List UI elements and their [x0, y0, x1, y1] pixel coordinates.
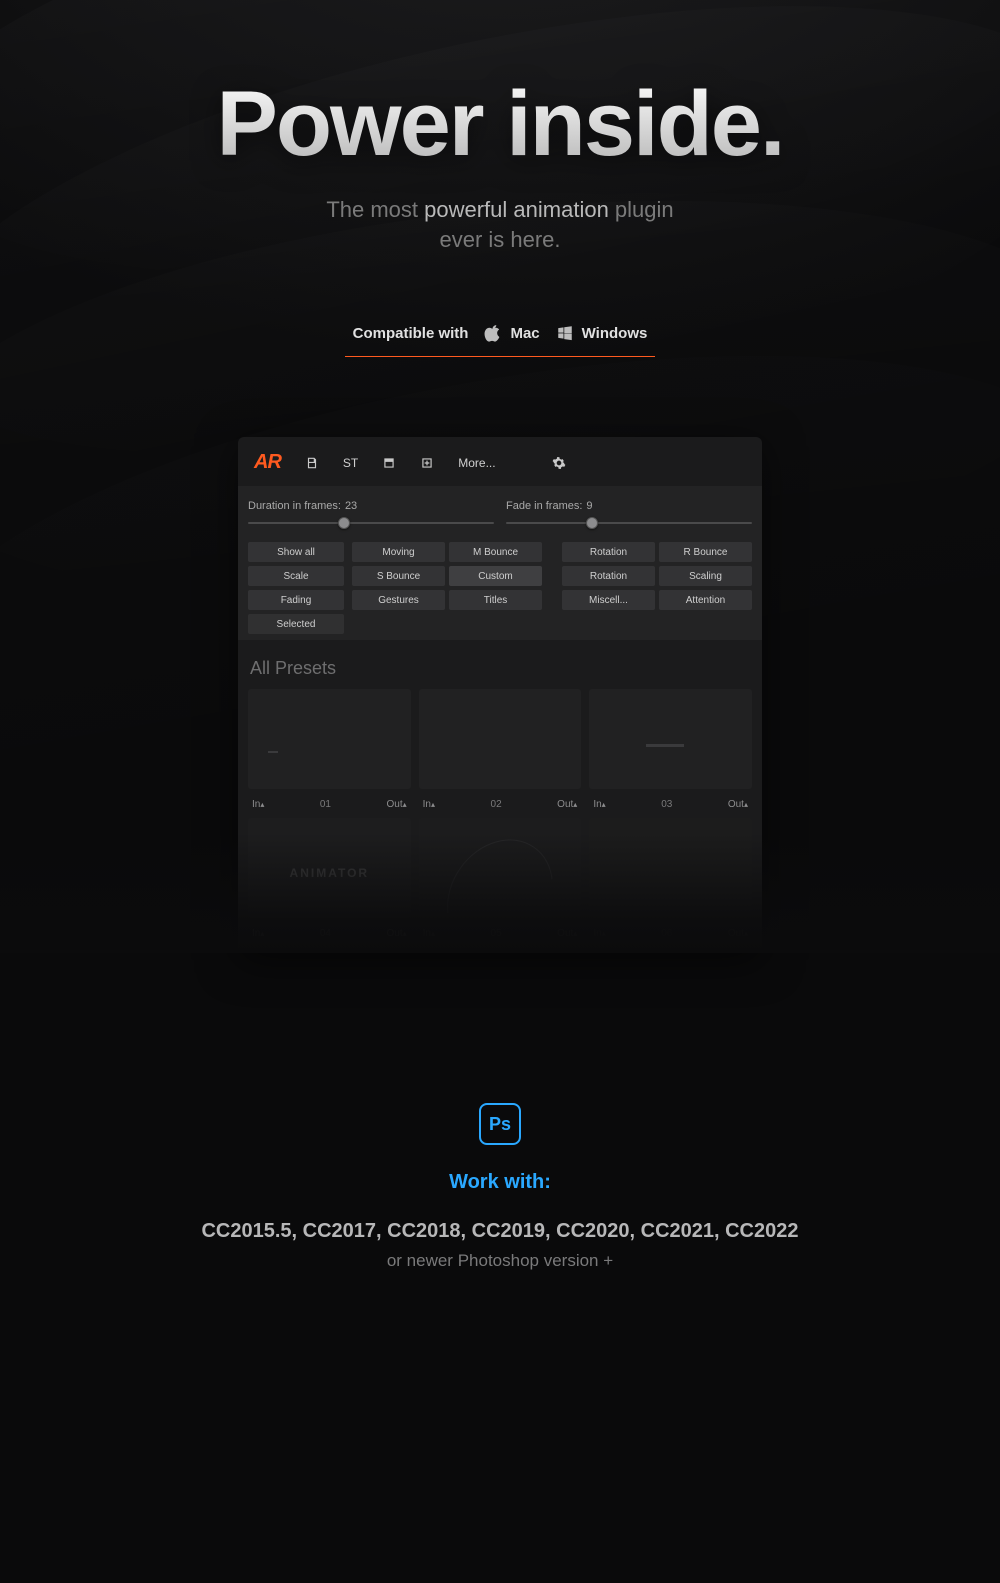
duration-thumb[interactable]: [338, 517, 350, 529]
preset-item[interactable]: In▴ 01 Out▴: [248, 689, 411, 810]
chip-m-bounce[interactable]: M Bounce: [449, 542, 542, 562]
hero-sub-part: The most: [326, 197, 424, 222]
in-label[interactable]: In: [593, 928, 601, 939]
fade-slider-value: 9: [586, 500, 592, 512]
apple-icon: [484, 324, 502, 342]
work-with-title: Work with:: [0, 1171, 1000, 1194]
chip-misc[interactable]: Miscell...: [562, 590, 655, 610]
out-label[interactable]: Out: [387, 928, 403, 939]
compat-mac: Mac: [484, 324, 539, 342]
more-button[interactable]: More...: [458, 456, 495, 470]
mac-label: Mac: [510, 325, 539, 342]
windows-icon: [556, 324, 574, 342]
presets-title: All Presets: [238, 640, 762, 689]
fade-track[interactable]: [506, 522, 752, 524]
hero-sub-strong: powerful animation: [424, 197, 609, 222]
preset-thumb: [589, 818, 752, 918]
duration-slider-value: 23: [345, 500, 357, 512]
preset-item[interactable]: In▴ 02 Out▴: [419, 689, 582, 810]
chip-titles[interactable]: Titles: [449, 590, 542, 610]
out-label[interactable]: Out: [728, 928, 744, 939]
sliders-row: Duration in frames: 23 Fade in frames: 9: [238, 486, 762, 532]
preset-thumb: [248, 689, 411, 789]
chip-fading[interactable]: Fading: [248, 590, 344, 610]
in-label[interactable]: In: [423, 928, 431, 939]
window-icon: [382, 456, 396, 470]
preset-thumb: [419, 818, 582, 918]
preset-item[interactable]: In▴ 06 Out▴: [589, 818, 752, 939]
fade-slider-label: Fade in frames:: [506, 500, 582, 512]
chip-scale[interactable]: Scale: [248, 566, 344, 586]
animator-text: ANIMATOR: [248, 866, 411, 880]
filter-chips: Show all Scale Fading Selected Moving M …: [238, 532, 762, 640]
out-label[interactable]: Out: [557, 928, 573, 939]
ps-badge: Ps: [479, 1103, 521, 1145]
fade-slider[interactable]: Fade in frames: 9: [506, 500, 752, 524]
preset-num: 02: [491, 799, 502, 810]
preset-thumb: [419, 689, 582, 789]
settings-button[interactable]: [552, 456, 566, 470]
chip-scaling[interactable]: Scaling: [659, 566, 752, 586]
compatible-with-label: Compatible with: [353, 325, 469, 342]
preset-num: 06: [661, 928, 672, 939]
chip-rotation2[interactable]: Rotation: [562, 566, 655, 586]
photoshop-compat-block: Ps Work with: CC2015.5, CC2017, CC2018, …: [0, 1103, 1000, 1271]
chip-show-all[interactable]: Show all: [248, 542, 344, 562]
chip-r-bounce[interactable]: R Bounce: [659, 542, 752, 562]
fade-thumb[interactable]: [586, 517, 598, 529]
chip-custom[interactable]: Custom: [449, 566, 542, 586]
compat-windows: Windows: [556, 324, 648, 342]
layers-button[interactable]: [382, 456, 396, 470]
add-button[interactable]: [420, 456, 434, 470]
duration-slider-label: Duration in frames:: [248, 500, 341, 512]
preset-item[interactable]: In▴ 03 Out▴: [589, 689, 752, 810]
out-label[interactable]: Out: [557, 799, 573, 810]
chip-selected[interactable]: Selected: [248, 614, 344, 634]
presets-grid: In▴ 01 Out▴ In▴ 02 Out▴ In▴ 03 Out▴: [238, 689, 762, 953]
ps-badge-text: Ps: [489, 1114, 511, 1135]
save-button[interactable]: [305, 456, 319, 470]
chip-rotation[interactable]: Rotation: [562, 542, 655, 562]
plus-box-icon: [420, 456, 434, 470]
ps-versions: CC2015.5, CC2017, CC2018, CC2019, CC2020…: [0, 1220, 1000, 1243]
preset-thumb: ANIMATOR: [248, 818, 411, 918]
panel-toolbar: AR ST More...: [238, 437, 762, 486]
save-icon: [305, 456, 319, 470]
out-label[interactable]: Out: [387, 799, 403, 810]
windows-label: Windows: [582, 325, 648, 342]
in-label[interactable]: In: [593, 799, 601, 810]
hero-sub-part3: ever is here.: [439, 227, 560, 252]
in-label[interactable]: In: [423, 799, 431, 810]
chip-s-bounce[interactable]: S Bounce: [352, 566, 445, 586]
hero-section: Power inside. The most powerful animatio…: [0, 0, 1000, 357]
chip-gestures[interactable]: Gestures: [352, 590, 445, 610]
preset-item[interactable]: In▴ 05 Out▴: [419, 818, 582, 939]
preset-num: 04: [320, 928, 331, 939]
hero-sub-part2: plugin: [609, 197, 674, 222]
preset-num: 01: [320, 799, 331, 810]
out-label[interactable]: Out: [728, 799, 744, 810]
compatibility-bar: Compatible with Mac Windows: [345, 324, 655, 357]
plugin-panel: AR ST More... Duration in frames: 23: [238, 437, 762, 953]
chip-attention[interactable]: Attention: [659, 590, 752, 610]
preset-item[interactable]: ANIMATOR In▴ 04 Out▴: [248, 818, 411, 939]
ps-or-newer: or newer Photoshop version +: [0, 1251, 1000, 1271]
duration-track[interactable]: [248, 522, 494, 524]
chip-moving[interactable]: Moving: [352, 542, 445, 562]
hero-subtitle: The most powerful animation plugin ever …: [0, 195, 1000, 254]
gear-icon: [552, 456, 566, 470]
preset-thumb: [589, 689, 752, 789]
ar-logo: AR: [254, 451, 281, 474]
st-button[interactable]: ST: [343, 456, 358, 470]
duration-slider[interactable]: Duration in frames: 23: [248, 500, 494, 524]
preset-num: 05: [491, 928, 502, 939]
preset-num: 03: [661, 799, 672, 810]
hero-title: Power inside.: [0, 72, 1000, 177]
